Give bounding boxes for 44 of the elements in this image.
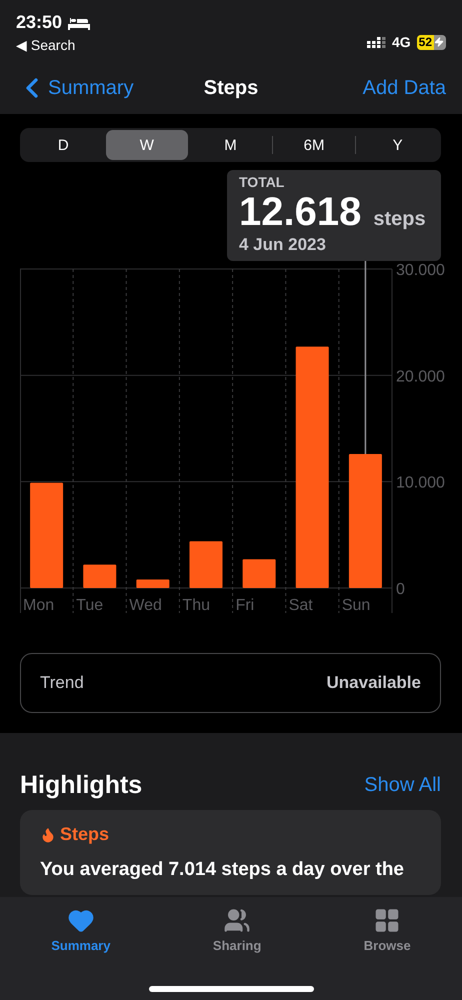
clock-time: 23:50 bbox=[16, 12, 62, 33]
page-title: Steps bbox=[204, 76, 258, 100]
axis-label: Sat bbox=[288, 597, 313, 614]
axis-label: Tue bbox=[76, 597, 104, 614]
tab-item[interactable]: Browse bbox=[344, 901, 431, 959]
bar bbox=[83, 564, 116, 588]
period-tab[interactable]: M bbox=[189, 130, 272, 160]
axis-label: Mon bbox=[23, 597, 54, 614]
trend-label: Trend bbox=[40, 673, 84, 693]
highlight-text: You averaged 7.014 steps a day over the bbox=[40, 859, 405, 881]
total-value: 12.618 bbox=[239, 190, 362, 235]
axis-label: 0 bbox=[396, 581, 405, 598]
trend-value: Unavailable bbox=[326, 673, 421, 693]
axis-label: Fri bbox=[236, 597, 254, 614]
flame-icon bbox=[40, 826, 56, 842]
card-title: Steps bbox=[60, 824, 110, 845]
battery-indicator: 52 bbox=[416, 34, 446, 50]
period-tab[interactable]: 6M bbox=[272, 130, 356, 160]
network-type: 4G bbox=[392, 34, 411, 50]
axis-label: 20.000 bbox=[396, 368, 445, 386]
tab-item[interactable]: Sharing bbox=[192, 901, 282, 959]
axis-label: 10.000 bbox=[396, 474, 445, 492]
back-button[interactable]: Summary bbox=[16, 72, 134, 104]
highlight-card[interactable]: Steps You averaged 7.014 steps a day over the bbox=[20, 810, 441, 895]
bed-icon bbox=[68, 16, 90, 30]
add-data-button[interactable]: Add Data bbox=[362, 76, 446, 100]
axis-label: Wed bbox=[129, 597, 162, 614]
axis-label: Thu bbox=[182, 597, 210, 614]
axis-label: Sun bbox=[342, 597, 370, 614]
date-label: 4 Jun 2023 bbox=[239, 235, 327, 255]
section-title: Highlights bbox=[20, 771, 142, 800]
bar bbox=[136, 580, 170, 588]
signal-icon bbox=[366, 36, 386, 48]
period-tab[interactable]: D bbox=[22, 130, 105, 160]
show-all-link[interactable]: Show All bbox=[364, 774, 441, 797]
bar bbox=[242, 559, 276, 588]
period-tab[interactable]: Y bbox=[356, 130, 439, 160]
bar bbox=[190, 541, 222, 588]
tab-item[interactable]: Summary bbox=[31, 901, 130, 959]
period-tab[interactable]: W bbox=[106, 130, 188, 160]
tooltip-label: TOTAL bbox=[239, 174, 286, 190]
unit-label: steps bbox=[373, 208, 426, 231]
back-to-app-link[interactable]: ◀ Search bbox=[16, 37, 90, 53]
axis-label: 30.000 bbox=[396, 262, 445, 279]
